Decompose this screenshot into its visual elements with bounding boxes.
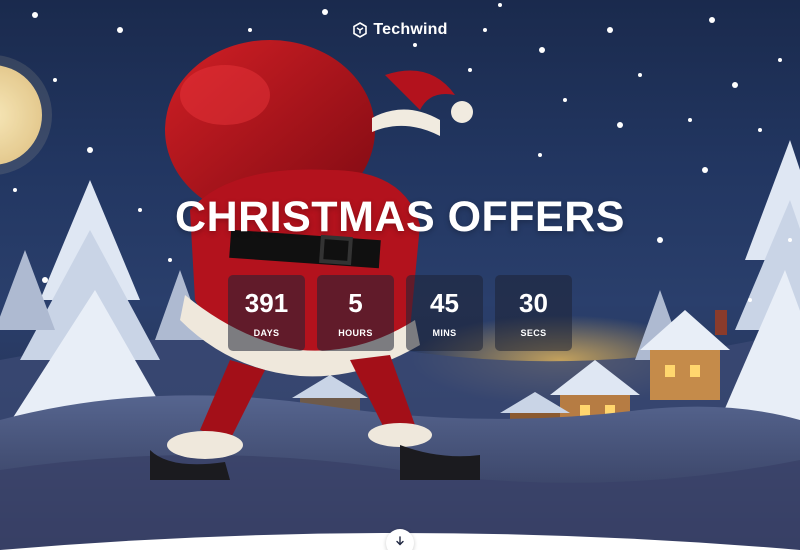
page-title: CHRISTMAS OFFERS [175,193,625,241]
countdown-timer: 391 DAYS 5 HOURS 45 MINS 30 SECS [0,275,800,351]
scroll-down-button[interactable] [386,529,414,550]
countdown-mins: 45 MINS [406,275,483,351]
countdown-hours-label: HOURS [338,328,373,338]
countdown-mins-value: 45 [430,288,459,318]
countdown-days-value: 391 [244,288,289,318]
countdown-days: 391 DAYS [228,275,305,351]
countdown-secs-label: SECS [520,328,547,338]
arrow-down-icon [396,536,404,546]
countdown-secs: 30 SECS [495,275,572,351]
countdown-mins-label: MINS [432,328,457,338]
countdown-hours: 5 HOURS [317,275,394,351]
logo-icon [353,22,368,38]
brand-logo[interactable]: Techwind [0,21,800,39]
brand-name: Techwind [373,21,448,38]
hero-section: Techwind CHRISTMAS OFFERS 391 DAYS 5 HOU… [0,0,800,550]
countdown-hours-value: 5 [348,288,363,318]
countdown-days-label: DAYS [253,328,280,338]
countdown-secs-value: 30 [519,288,548,318]
